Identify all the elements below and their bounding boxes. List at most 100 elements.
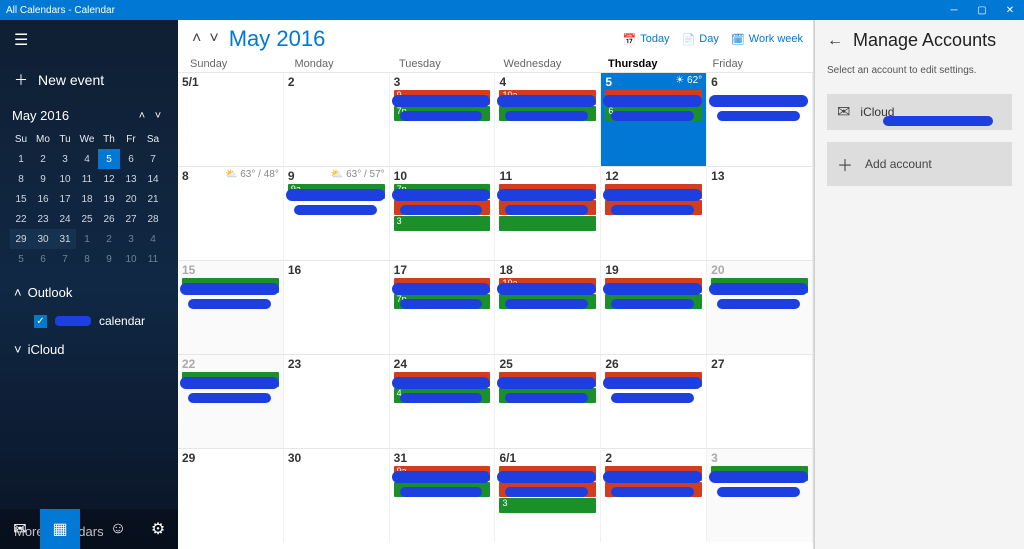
- hamburger-icon[interactable]: ☰: [0, 20, 178, 60]
- mini-day[interactable]: 6: [32, 249, 54, 269]
- mini-day[interactable]: 5: [10, 249, 32, 269]
- mini-day[interactable]: 11: [76, 169, 98, 189]
- mini-day[interactable]: 8: [76, 249, 98, 269]
- day-cell[interactable]: 3: [707, 448, 813, 542]
- mini-day[interactable]: 9: [32, 169, 54, 189]
- calendar-event[interactable]: 3: [499, 498, 596, 513]
- mini-day[interactable]: 29: [10, 229, 32, 249]
- day-cell[interactable]: 22: [178, 354, 284, 448]
- calendar-event[interactable]: [499, 216, 596, 231]
- mini-day[interactable]: 19: [98, 189, 120, 209]
- mini-day[interactable]: 16: [32, 189, 54, 209]
- mini-day[interactable]: 31: [54, 229, 76, 249]
- account-item[interactable]: ✉iCloud: [827, 94, 1012, 130]
- mini-day[interactable]: 4: [76, 149, 98, 169]
- mini-day[interactable]: 6: [120, 149, 142, 169]
- calendar-section[interactable]: ˄Outlook: [0, 275, 178, 310]
- mini-day[interactable]: 23: [32, 209, 54, 229]
- mini-day[interactable]: 13: [120, 169, 142, 189]
- mini-day[interactable]: 3: [54, 149, 76, 169]
- mini-day[interactable]: 28: [142, 209, 164, 229]
- day-cell[interactable]: 15: [178, 260, 284, 354]
- day-cell[interactable]: 30: [284, 448, 390, 542]
- mini-day[interactable]: 18: [76, 189, 98, 209]
- mini-day[interactable]: 7: [54, 249, 76, 269]
- prev-month-button[interactable]: ˄: [188, 30, 205, 48]
- day-cell[interactable]: 2: [601, 448, 707, 542]
- new-event-button[interactable]: ＋ New event: [0, 60, 178, 100]
- section-label: Outlook: [28, 285, 73, 300]
- mini-day[interactable]: 4: [142, 229, 164, 249]
- maximize-button[interactable]: ▢: [968, 0, 996, 20]
- chevron-up-icon[interactable]: ˄: [134, 110, 150, 122]
- mini-day[interactable]: 11: [142, 249, 164, 269]
- day-cell[interactable]: 8⛅ 63° / 48°: [178, 166, 284, 260]
- mini-day[interactable]: 1: [76, 229, 98, 249]
- day-cell[interactable]: 1810a: [495, 260, 601, 354]
- day-cell[interactable]: 107p3: [390, 166, 496, 260]
- day-cell[interactable]: 19: [601, 260, 707, 354]
- day-cell[interactable]: 6: [707, 72, 813, 166]
- mini-day[interactable]: 20: [120, 189, 142, 209]
- day-cell[interactable]: 13: [707, 166, 813, 260]
- day-cell[interactable]: 177p: [390, 260, 496, 354]
- minimize-button[interactable]: ─: [940, 0, 968, 20]
- mini-day[interactable]: 2: [32, 149, 54, 169]
- today-button[interactable]: 📅 Today: [623, 33, 670, 46]
- day-cell[interactable]: 11: [495, 166, 601, 260]
- mini-day[interactable]: 9: [98, 249, 120, 269]
- day-cell[interactable]: 410a: [495, 72, 601, 166]
- mini-day[interactable]: 24: [54, 209, 76, 229]
- calendar-section[interactable]: ˅iCloud: [0, 332, 178, 367]
- mini-day[interactable]: 12: [98, 169, 120, 189]
- mini-day[interactable]: 22: [10, 209, 32, 229]
- day-cell[interactable]: 20: [707, 260, 813, 354]
- checkbox[interactable]: ✓: [34, 315, 47, 328]
- day-cell[interactable]: 12: [601, 166, 707, 260]
- day-cell[interactable]: 397p: [390, 72, 496, 166]
- mini-day[interactable]: 17: [54, 189, 76, 209]
- calendar-event[interactable]: 3: [394, 216, 491, 231]
- feedback-icon[interactable]: ☺: [98, 509, 138, 549]
- day-cell[interactable]: 27: [707, 354, 813, 448]
- day-cell[interactable]: 9⛅ 63° / 57°9a: [284, 166, 390, 260]
- calendar-icon[interactable]: ▦: [40, 509, 80, 549]
- mini-day[interactable]: 10: [120, 249, 142, 269]
- mini-day[interactable]: 30: [32, 229, 54, 249]
- mini-calendar-month[interactable]: May 2016: [12, 108, 134, 123]
- mini-day[interactable]: 8: [10, 169, 32, 189]
- mini-day[interactable]: 5: [98, 149, 120, 169]
- settings-icon[interactable]: ⚙: [138, 509, 178, 549]
- mini-day[interactable]: 10: [54, 169, 76, 189]
- mail-icon[interactable]: ✉: [0, 509, 40, 549]
- day-cell[interactable]: 6/13: [495, 448, 601, 542]
- day-cell[interactable]: 244: [390, 354, 496, 448]
- close-button[interactable]: ✕: [996, 0, 1024, 20]
- calendar-item[interactable]: ✓ calendar: [0, 310, 178, 332]
- mini-day[interactable]: 7: [142, 149, 164, 169]
- mini-day[interactable]: 27: [120, 209, 142, 229]
- day-cell[interactable]: 2: [284, 72, 390, 166]
- day-cell[interactable]: 23: [284, 354, 390, 448]
- day-cell[interactable]: 5☀ 62°6: [601, 72, 707, 166]
- add-account-button[interactable]: ＋ Add account: [827, 142, 1012, 186]
- mini-day[interactable]: 21: [142, 189, 164, 209]
- day-cell[interactable]: 5/1: [178, 72, 284, 166]
- mini-day[interactable]: 1: [10, 149, 32, 169]
- workweek-view-button[interactable]: 🗓 Work week: [731, 33, 803, 46]
- day-cell[interactable]: 25: [495, 354, 601, 448]
- mini-day[interactable]: 14: [142, 169, 164, 189]
- mini-day[interactable]: 15: [10, 189, 32, 209]
- chevron-down-icon[interactable]: ˅: [150, 110, 166, 122]
- next-month-button[interactable]: ˅: [205, 30, 222, 48]
- day-cell[interactable]: 26: [601, 354, 707, 448]
- mini-day[interactable]: 3: [120, 229, 142, 249]
- day-cell[interactable]: 16: [284, 260, 390, 354]
- back-icon[interactable]: ←: [827, 32, 843, 50]
- mini-day[interactable]: 26: [98, 209, 120, 229]
- day-cell[interactable]: 29: [178, 448, 284, 542]
- day-view-button[interactable]: 📄 Day: [682, 33, 719, 46]
- mini-day[interactable]: 25: [76, 209, 98, 229]
- day-cell[interactable]: 319a: [390, 448, 496, 542]
- mini-day[interactable]: 2: [98, 229, 120, 249]
